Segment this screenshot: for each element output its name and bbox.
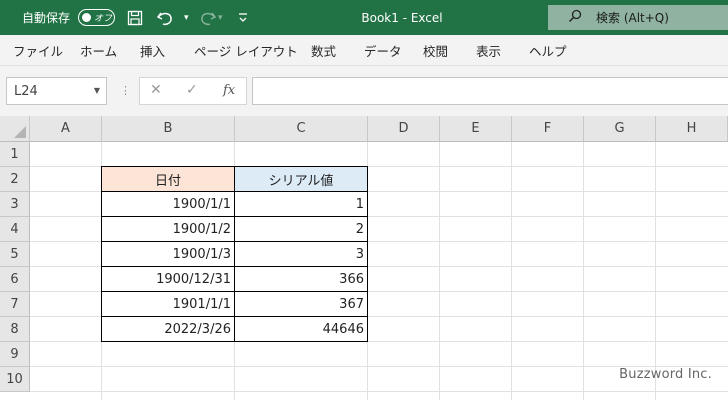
cell-b8[interactable]: 2022/3/26 (102, 317, 235, 342)
name-box-dropdown-icon[interactable]: ▼ (94, 86, 100, 95)
undo-dropdown-icon[interactable]: ▾ (184, 0, 189, 35)
cell-b4[interactable]: 1900/1/2 (102, 217, 235, 242)
redo-dropdown-icon[interactable]: ▾ (218, 0, 223, 35)
undo-icon[interactable] (156, 0, 176, 35)
cancel-icon[interactable]: ✕ (150, 82, 162, 98)
formula-input[interactable] (252, 77, 728, 105)
row-header-8[interactable]: 8 (0, 317, 30, 342)
cell-c6[interactable]: 366 (235, 267, 368, 292)
gridline (655, 142, 656, 400)
column-header-d[interactable]: D (368, 116, 440, 142)
tab-data[interactable]: データ (364, 35, 402, 66)
autosave-toggle[interactable]: オフ (78, 9, 115, 26)
cell-b5[interactable]: 1900/1/3 (102, 242, 235, 267)
search-box[interactable]: 検索 (Alt+Q) (548, 5, 728, 30)
column-header-e[interactable]: E (440, 116, 512, 142)
row-header-10[interactable]: 10 (0, 367, 30, 392)
name-box-value: L24 (14, 83, 38, 99)
gridline (439, 142, 440, 400)
tab-review[interactable]: 校閲 (423, 35, 448, 66)
select-all-icon (14, 126, 26, 138)
gridline (30, 391, 728, 392)
row-header-6[interactable]: 6 (0, 267, 30, 292)
ribbon-tabs: ファイル ホーム 挿入 ページ レイアウト 数式 データ 校閲 表示 ヘルプ (0, 35, 728, 66)
row-header-5[interactable]: 5 (0, 242, 30, 267)
column-header-b[interactable]: B (102, 116, 235, 142)
search-placeholder: 検索 (Alt+Q) (596, 11, 669, 25)
column-header-h[interactable]: H (656, 116, 728, 142)
tab-help[interactable]: ヘルプ (529, 35, 567, 66)
cell-b2-header-date[interactable]: 日付 (102, 167, 235, 192)
gridline (583, 142, 584, 400)
cell-b6[interactable]: 1900/12/31 (102, 267, 235, 292)
row-header-1[interactable]: 1 (0, 142, 30, 167)
customize-qat-icon[interactable] (238, 0, 248, 35)
document-title-text: Book1 - Excel (361, 10, 443, 25)
autosave-state: オフ (94, 14, 113, 24)
tab-formulas[interactable]: 数式 (311, 35, 336, 66)
tab-file[interactable]: ファイル (13, 35, 63, 66)
tab-page-layout[interactable]: ページ レイアウト (194, 35, 298, 66)
title-bar: 自動保存 オフ ▾ ▾ Book1 - Excel 検索 (Alt+Q) (0, 0, 728, 35)
cell-c5[interactable]: 3 (235, 242, 368, 267)
watermark: Buzzword Inc. (619, 367, 712, 382)
tab-home[interactable]: ホーム (80, 35, 117, 66)
cell-c3[interactable]: 1 (235, 192, 368, 217)
search-icon (568, 9, 582, 26)
autosave-label: 自動保存 (22, 11, 71, 25)
row-header-7[interactable]: 7 (0, 292, 30, 317)
select-all-button[interactable] (0, 116, 30, 142)
save-icon[interactable] (127, 0, 143, 35)
cell-c7[interactable]: 367 (235, 292, 368, 317)
row-header-2[interactable]: 2 (0, 167, 30, 192)
worksheet-grid[interactable]: A B C D E F G H 1 2 3 4 5 6 7 8 9 10 日付 … (0, 116, 728, 400)
column-header-a[interactable]: A (30, 116, 102, 142)
name-box[interactable]: L24 ▼ (6, 77, 107, 105)
tab-view[interactable]: 表示 (476, 35, 501, 66)
row-header-3[interactable]: 3 (0, 192, 30, 217)
redo-icon[interactable] (197, 0, 217, 35)
cell-c2-header-serial[interactable]: シリアル値 (235, 167, 368, 192)
formula-bar-grip-icon[interactable]: ⋮ (120, 84, 131, 97)
toggle-knob (82, 13, 91, 22)
insert-function-icon[interactable]: fx (223, 83, 235, 98)
formula-buttons: ✕ ✓ fx (139, 77, 247, 105)
cell-c4[interactable]: 2 (235, 217, 368, 242)
gridline (511, 142, 512, 400)
cell-c8[interactable]: 44646 (235, 317, 368, 342)
cell-b7[interactable]: 1901/1/1 (102, 292, 235, 317)
row-header-4[interactable]: 4 (0, 217, 30, 242)
enter-icon[interactable]: ✓ (186, 82, 198, 98)
cell-b3[interactable]: 1900/1/1 (102, 192, 235, 217)
formula-bar-area: L24 ▼ ⋮ ✕ ✓ fx (0, 66, 728, 116)
row-header-9[interactable]: 9 (0, 342, 30, 367)
tab-insert[interactable]: 挿入 (140, 35, 165, 66)
column-header-c[interactable]: C (235, 116, 368, 142)
column-header-f[interactable]: F (512, 116, 584, 142)
column-header-g[interactable]: G (584, 116, 656, 142)
